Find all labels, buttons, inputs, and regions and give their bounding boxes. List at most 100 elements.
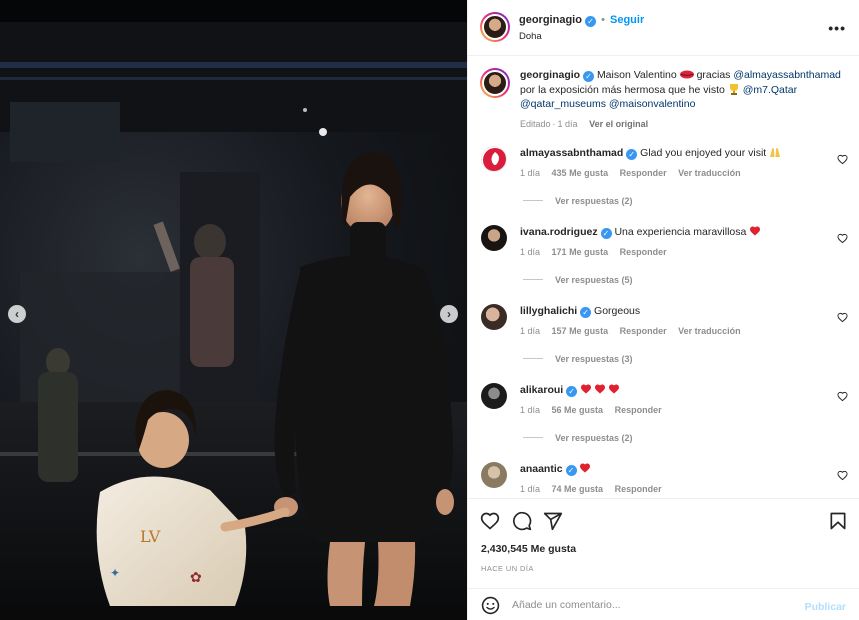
comment-avatar[interactable] xyxy=(481,146,507,172)
comment-likes[interactable]: 171 Me gusta xyxy=(552,247,609,257)
verified-badge-icon: ✓ xyxy=(566,386,578,397)
comment-input[interactable] xyxy=(512,597,792,613)
comment-username[interactable]: anaantic xyxy=(520,463,563,475)
comment-text: Gorgeous xyxy=(594,305,641,317)
mention-link[interactable]: @m7.Qatar xyxy=(743,84,797,96)
comment-likes[interactable]: 74 Me gusta xyxy=(552,484,604,494)
post-photo: LV ✿ ✦ xyxy=(0,22,467,606)
comment-likes[interactable]: 435 Me gusta xyxy=(552,168,609,178)
view-replies-label[interactable]: Ver respuestas (2) xyxy=(555,433,633,443)
post-time[interactable]: HACE UN DÍA xyxy=(481,564,534,573)
caption-text: gracias xyxy=(696,69,731,81)
post-actions: 2,430,545 Me gusta HACE UN DÍA xyxy=(468,498,859,584)
comment-username[interactable]: almayassabnthamad xyxy=(520,147,623,159)
next-slide-button[interactable]: › xyxy=(440,305,458,323)
comment-composer: Publicar xyxy=(468,588,859,620)
reply-button[interactable]: Responder xyxy=(620,326,667,336)
comment-text: Glad you enjoyed your visit xyxy=(640,147,767,159)
caption-avatar[interactable] xyxy=(480,68,510,98)
red-heart-emoji-icon xyxy=(750,226,761,236)
see-translation-link[interactable]: Ver traducción xyxy=(678,326,741,336)
replies-line xyxy=(523,437,543,438)
comment-time[interactable]: 1 día xyxy=(520,484,540,494)
lips-emoji-icon xyxy=(679,70,694,79)
verified-badge-icon: ✓ xyxy=(626,149,638,160)
three-red-hearts-emoji-icon xyxy=(581,384,620,394)
comment-avatar[interactable] xyxy=(481,225,507,251)
view-replies-label[interactable]: Ver respuestas (5) xyxy=(555,275,633,285)
replies-line xyxy=(523,200,543,201)
previous-slide-button[interactable]: ‹ xyxy=(8,305,26,323)
comments-list: georginagio ✓ Maison Valentino gracias @… xyxy=(468,56,859,498)
reply-button[interactable]: Responder xyxy=(620,247,667,257)
view-replies-label[interactable]: Ver respuestas (3) xyxy=(555,354,633,364)
author-username[interactable]: georginagio xyxy=(519,14,582,26)
replies-line xyxy=(523,279,543,280)
publish-button[interactable]: Publicar xyxy=(805,601,846,613)
comment-time[interactable]: 1 día xyxy=(520,247,540,257)
more-options-icon[interactable]: ••• xyxy=(828,20,846,36)
caption-username[interactable]: georginagio xyxy=(520,69,580,81)
comment-avatar[interactable] xyxy=(481,462,507,488)
comment-username[interactable]: ivana.rodriguez xyxy=(520,226,598,238)
comment-time[interactable]: 1 día xyxy=(520,405,540,415)
comment-likes[interactable]: 157 Me gusta xyxy=(552,326,609,336)
comment-likes[interactable]: 56 Me gusta xyxy=(552,405,604,415)
comment-time[interactable]: 1 día xyxy=(520,168,540,178)
like-heart-icon[interactable] xyxy=(480,511,500,531)
mention-link[interactable]: @qatar_museums xyxy=(520,98,606,110)
media-bottom-strip xyxy=(0,606,467,620)
view-replies-button[interactable]: Ver respuestas (3) xyxy=(523,354,633,364)
mention-link[interactable]: @maisonvalentino xyxy=(609,98,696,110)
media-viewer: LV ✿ ✦ ‹ › xyxy=(0,0,467,620)
verified-badge-icon: ✓ xyxy=(565,465,577,476)
separator-dot: • xyxy=(601,14,605,26)
comment-heart-icon[interactable] xyxy=(837,154,848,165)
author-avatar[interactable] xyxy=(480,12,510,42)
mention-link[interactable]: @almayassabnthamad xyxy=(733,69,841,81)
reply-button[interactable]: Responder xyxy=(615,405,662,415)
svg-text:LV: LV xyxy=(140,527,161,546)
reply-button[interactable]: Responder xyxy=(620,168,667,178)
comment-heart-icon[interactable] xyxy=(837,233,848,244)
comment-avatar[interactable] xyxy=(481,383,507,409)
view-replies-button[interactable]: Ver respuestas (2) xyxy=(523,196,633,206)
reply-button[interactable]: Responder xyxy=(615,484,662,494)
caption-time[interactable]: 1 día xyxy=(558,119,578,129)
post-location[interactable]: Doha xyxy=(519,31,542,42)
likes-count[interactable]: 2,430,545 Me gusta xyxy=(481,543,576,555)
comment-heart-icon[interactable] xyxy=(837,391,848,402)
comment-username[interactable]: alikaroui xyxy=(520,384,563,396)
verified-badge-icon: ✓ xyxy=(583,71,595,82)
caption-separator: · xyxy=(552,118,556,129)
comment-username[interactable]: lillyghalichi xyxy=(520,305,577,317)
comment-bubble-icon[interactable] xyxy=(512,511,532,531)
trophy-emoji-icon xyxy=(729,83,738,95)
share-paper-plane-icon[interactable] xyxy=(543,511,563,531)
post-header: georginagio ✓ • Seguir Doha ••• xyxy=(468,0,859,56)
save-bookmark-icon[interactable] xyxy=(828,511,848,531)
verified-badge-icon: ✓ xyxy=(585,16,597,27)
comment-avatar[interactable] xyxy=(481,304,507,330)
praise-hands-emoji-icon xyxy=(770,148,781,157)
see-translation-link[interactable]: Ver traducción xyxy=(678,168,741,178)
comment-text: Una experiencia maravillosa xyxy=(614,226,747,238)
emoji-picker-icon[interactable] xyxy=(481,596,500,615)
caption-text: por la exposición más hermosa que he vis… xyxy=(520,83,725,96)
verified-badge-icon: ✓ xyxy=(580,307,592,318)
follow-button[interactable]: Seguir xyxy=(610,14,644,26)
comment-heart-icon[interactable] xyxy=(837,312,848,323)
photo-illustration: LV ✿ ✦ xyxy=(0,22,467,606)
caption-edited-label: Editado xyxy=(520,118,551,129)
verified-badge-icon: ✓ xyxy=(600,228,612,239)
replies-line xyxy=(523,358,543,359)
view-replies-button[interactable]: Ver respuestas (5) xyxy=(523,275,633,285)
view-replies-label[interactable]: Ver respuestas (2) xyxy=(555,196,633,206)
caption-text: Maison Valentino xyxy=(596,69,677,81)
svg-text:✿: ✿ xyxy=(190,570,202,586)
view-replies-button[interactable]: Ver respuestas (2) xyxy=(523,433,633,443)
see-original-link[interactable]: Ver el original xyxy=(589,119,648,129)
comment-time[interactable]: 1 día xyxy=(520,326,540,336)
comment-heart-icon[interactable] xyxy=(837,470,848,481)
red-heart-emoji-icon xyxy=(580,463,591,473)
